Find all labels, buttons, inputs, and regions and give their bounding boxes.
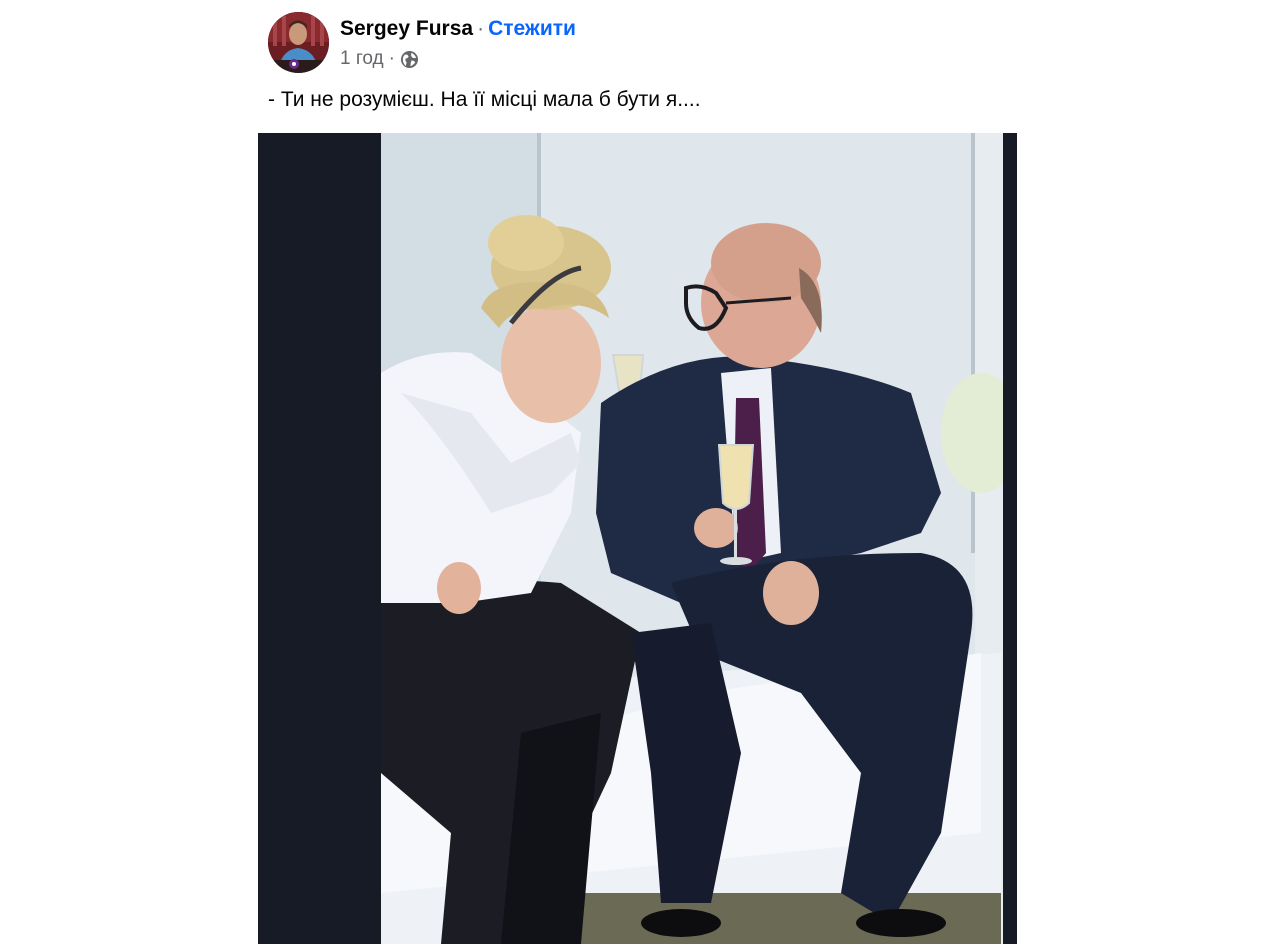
meta-separator: · <box>388 48 395 69</box>
post-media[interactable] <box>258 133 1017 944</box>
post-message: - Ти не розумієш. На її місці мала б бут… <box>268 88 701 111</box>
post-header: Sergey Fursa · Стежити 1 год · <box>268 12 968 74</box>
feed-post: Sergey Fursa · Стежити 1 год · - Ти не роз… <box>258 0 1017 944</box>
author-name-link[interactable]: Sergey Fursa <box>340 17 473 40</box>
name-separator: · <box>477 17 485 40</box>
author-avatar[interactable] <box>268 12 329 73</box>
follow-button[interactable]: Стежити <box>488 17 576 40</box>
author-line: Sergey Fursa · Стежити <box>340 16 576 42</box>
post-timestamp-link[interactable]: 1 год <box>340 47 384 71</box>
photo-illustration <box>381 133 1003 944</box>
post-meta: 1 год · <box>340 47 419 71</box>
globe-icon[interactable] <box>400 50 419 69</box>
post-photo[interactable] <box>381 133 1003 944</box>
